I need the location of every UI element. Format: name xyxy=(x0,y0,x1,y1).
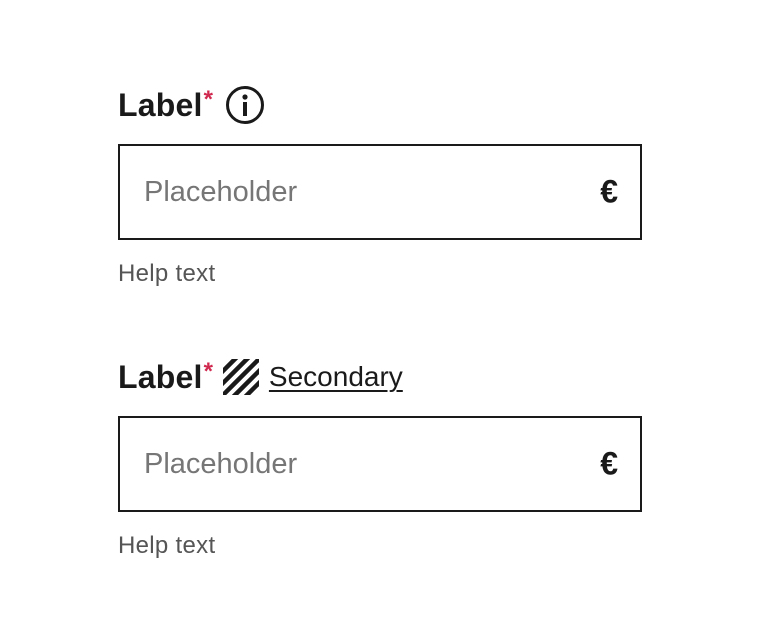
help-text: Help text xyxy=(118,260,216,287)
amount-input-container[interactable]: € xyxy=(118,416,642,512)
field-label-row: Label * Secondary xyxy=(118,356,642,398)
help-text: Help text xyxy=(118,532,216,559)
required-asterisk: * xyxy=(203,358,213,385)
form-field-1: Label * € Help text xyxy=(118,84,642,288)
euro-icon: € xyxy=(600,445,618,482)
field-label: Label xyxy=(118,358,203,395)
field-label-row: Label * xyxy=(118,84,642,126)
amount-input-container[interactable]: € xyxy=(118,144,642,240)
amount-input[interactable] xyxy=(120,146,560,238)
required-asterisk: * xyxy=(203,86,213,113)
secondary-link[interactable]: Secondary xyxy=(269,361,403,393)
field-label: Label xyxy=(118,86,203,123)
euro-icon: € xyxy=(600,173,618,210)
info-icon[interactable] xyxy=(225,85,265,125)
form-field-2: Label * Secondary € He xyxy=(118,356,642,560)
amount-input[interactable] xyxy=(120,418,560,510)
hatch-icon xyxy=(222,359,259,395)
